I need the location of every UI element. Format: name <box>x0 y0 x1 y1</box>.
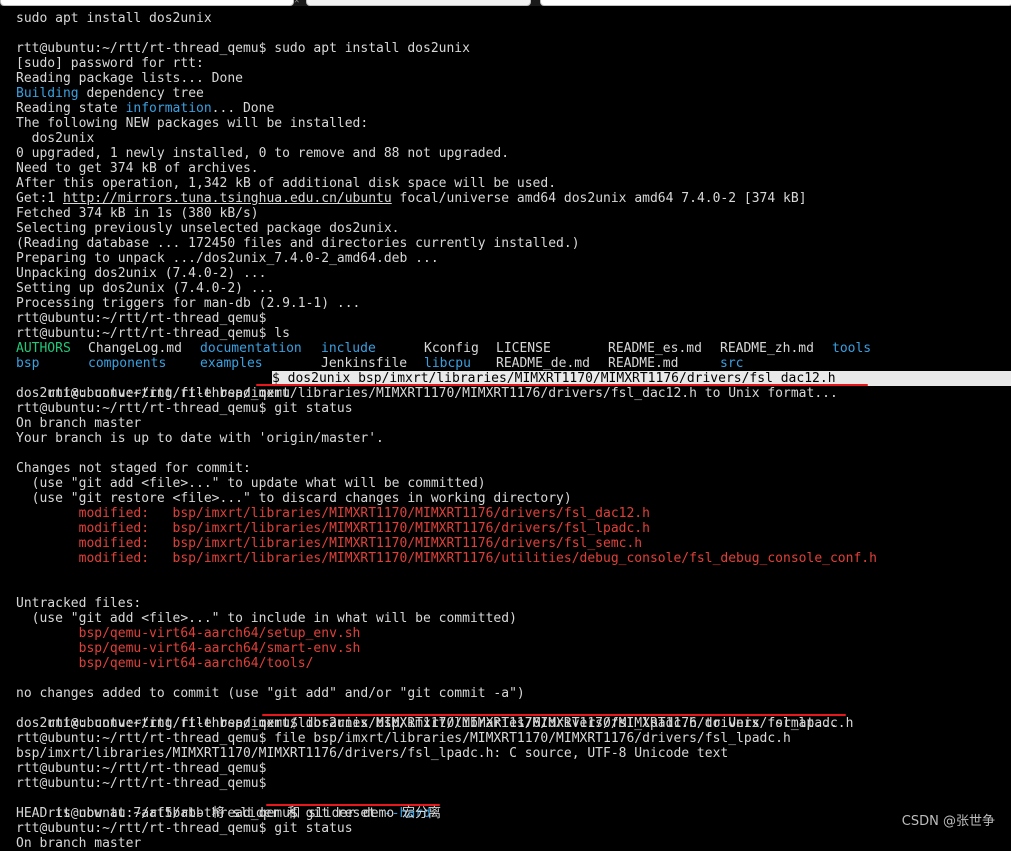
terminal-line: HEAD is now at 7aaf5babb 将 slider 和 slid… <box>16 806 442 821</box>
terminal-line: Processing triggers for man-db (2.9.1-1)… <box>16 296 361 311</box>
terminal-line: Preparing to unpack .../dos2unix_7.4.0-2… <box>16 251 439 266</box>
terminal-line: Fetched 374 kB in 1s (380 kB/s) <box>16 206 259 221</box>
terminal-line: rtt@ubuntu:~/rtt/rt-thread_qemu$ dos2uni… <box>16 701 1011 731</box>
modified-file-line: modified: bsp/imxrt/libraries/MIMXRT1170… <box>16 521 650 536</box>
modified-file-line: modified: bsp/imxrt/libraries/MIMXRT1170… <box>16 536 643 551</box>
terminal-text: dependency tree <box>78 86 204 101</box>
ls-entry: AUTHORS <box>16 341 71 356</box>
ls-entry: README.md <box>608 356 679 371</box>
terminal-line: sudo apt install dos2unix <box>16 11 212 26</box>
ls-entry: include <box>321 341 376 356</box>
ls-entry: src <box>720 356 744 371</box>
terminal-line: (Reading database ... 172450 files and d… <box>16 236 580 251</box>
ls-entry: bsp <box>16 356 40 371</box>
modified-file-line: modified: bsp/imxrt/libraries/MIMXRT1170… <box>16 506 650 521</box>
untracked-file-line: bsp/qemu-virt64-aarch64/setup_env.sh <box>16 626 361 641</box>
terminal-line: dos2unix <box>16 131 95 146</box>
keyword-information: information <box>125 101 212 116</box>
terminal-line: rtt@ubuntu:~/rtt/rt-thread_qemu$ git res… <box>16 791 1011 821</box>
terminal-line: Selecting previously unselected package … <box>16 221 400 236</box>
terminal-line: On branch master <box>16 836 142 851</box>
terminal-line: Get:1 http://mirrors.tuna.tsinghua.edu.c… <box>16 191 1011 206</box>
ls-entry: tools <box>832 341 872 356</box>
terminal-line: (use "git add <file>..." to include in w… <box>16 611 517 626</box>
terminal-line: 0 upgraded, 1 newly installed, 0 to remo… <box>16 146 510 161</box>
terminal-line: dos2unix: converting file bsp/imxrt/libr… <box>16 716 838 731</box>
modified-file-line: modified: bsp/imxrt/libraries/MIMXRT1170… <box>16 551 877 566</box>
terminal-line: Need to get 374 kB of archives. <box>16 161 259 176</box>
keyword-building: Building <box>16 86 79 101</box>
terminal-line: rtt@ubuntu:~/rtt/rt-thread_qemu$ git sta… <box>16 401 353 416</box>
ls-entry: README_es.md <box>608 341 702 356</box>
terminal-text: Reading state <box>16 101 126 116</box>
ls-entry: README_de.md <box>496 356 590 371</box>
terminal-line: (use "git add <file>..." to update what … <box>16 476 486 491</box>
terminal-line: bsp/imxrt/libraries/MIMXRT1170/MIMXRT117… <box>16 746 729 761</box>
ls-entry: LICENSE <box>496 341 551 356</box>
ls-entry: Jenkinsfile <box>321 356 408 371</box>
ls-output-row: AUTHORS ChangeLog.md documentation include K… <box>16 341 1011 356</box>
terminal-line: Unpacking dos2unix (7.4.0-2) ... <box>16 266 267 281</box>
terminal-line: Reading package lists... Done <box>16 71 243 86</box>
terminal-line: rtt@ubuntu:~/rtt/rt-thread_qemu$ file bs… <box>16 731 791 746</box>
ls-entry: documentation <box>200 341 302 356</box>
terminal-line: Setting up dos2unix (7.4.0-2) ... <box>16 281 275 296</box>
ls-entry: examples <box>200 356 263 371</box>
ls-entry: libcpu <box>424 356 471 371</box>
terminal-text: focal/universe amd64 dos2unix amd64 7.4.… <box>391 191 807 206</box>
ls-entry: Kconfig <box>424 341 479 356</box>
terminal-line: no changes added to commit (use "git add… <box>16 686 525 701</box>
terminal-line: Untracked files: <box>16 596 142 611</box>
terminal-line: rtt@ubuntu:~/rtt/rt-thread_qemu$ ls <box>16 326 290 341</box>
terminal-line: rtt@ubuntu:~/rtt/rt-thread_qemu$ <box>16 776 267 791</box>
terminal-text: ... Done <box>211 101 275 116</box>
terminal-line: rtt@ubuntu:~/rtt/rt-thread_qemu$ git sta… <box>16 821 353 836</box>
terminal-line: The following NEW packages will be insta… <box>16 116 369 131</box>
untracked-file-line: bsp/qemu-virt64-aarch64/smart-env.sh <box>16 641 361 656</box>
terminal-text: Get:1 <box>16 191 63 206</box>
terminal-line: rtt@ubuntu:~/rtt/rt-thread_qemu$ <box>16 761 267 776</box>
ls-output-row: bsp components examples Jenkinsfile libcpu RE… <box>16 356 1011 371</box>
ls-entry: ChangeLog.md <box>88 341 182 356</box>
terminal-line: [sudo] password for rtt: <box>16 56 204 71</box>
terminal-line: After this operation, 1,342 kB of additi… <box>16 176 557 191</box>
terminal-output[interactable]: sudo apt install dos2unix rtt@ubuntu:~/r… <box>0 6 1011 851</box>
untracked-file-line: bsp/qemu-virt64-aarch64/tools/ <box>16 656 314 671</box>
terminal-line: rtt@ubuntu:~/rtt/rt-thread_qemu$ <box>16 311 267 326</box>
terminal-line: Building dependency tree <box>16 86 1011 101</box>
ls-entry: components <box>88 356 167 371</box>
terminal-line: Your branch is up to date with 'origin/m… <box>16 431 384 446</box>
mirror-url-link[interactable]: http://mirrors.tuna.tsinghua.edu.cn/ubun… <box>63 191 392 206</box>
ls-entry: README_zh.md <box>720 341 814 356</box>
terminal-line: rtt@ubuntu:~/rtt/rt-thread_qemu$ sudo ap… <box>16 41 470 56</box>
terminal-line: Reading state information... Done <box>16 101 1011 116</box>
terminal-line: rtt@ubuntu:~/rtt/rt-thread_qemu $ dos2un… <box>16 371 1011 401</box>
csdn-watermark: CSDN @张世争 <box>901 814 995 829</box>
terminal-line: dos2unix: converting file bsp/imxrt/libr… <box>16 386 838 401</box>
terminal-line: On branch master <box>16 416 142 431</box>
terminal-line: (use "git restore <file>..." to discard … <box>16 491 572 506</box>
terminal-line: Changes not staged for commit: <box>16 461 251 476</box>
